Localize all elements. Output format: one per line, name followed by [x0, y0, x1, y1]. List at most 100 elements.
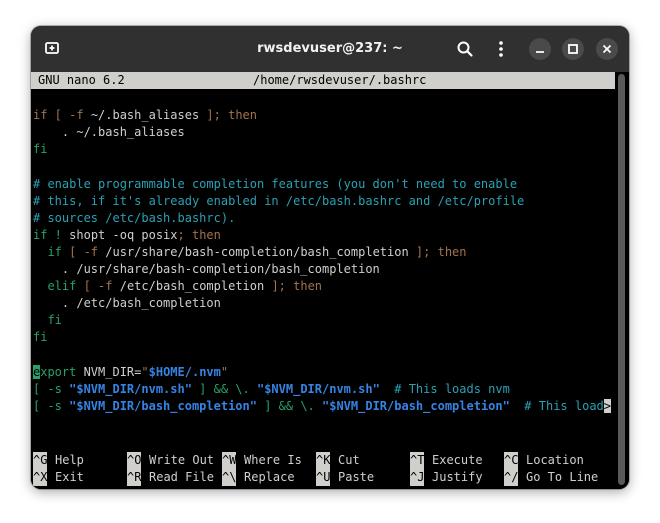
kebab-menu-icon[interactable] — [491, 39, 511, 59]
code-token: ]; — [264, 279, 294, 293]
code-token: "$NVM_DIR/bash_completion" — [322, 399, 510, 413]
shortcut-key: ^X — [33, 469, 48, 486]
code-token: "$NVM_DIR/nvm.sh" — [69, 382, 192, 396]
shortcut-label: Replace — [244, 470, 295, 484]
shortcut-label: Justify — [432, 470, 483, 484]
code-token: . ~/.bash_aliases — [33, 125, 185, 139]
nano-header: GNU nano 6.2 /home/rwsdevuser/.bashrc — [31, 72, 615, 89]
shortcut-key: ^K — [316, 452, 331, 469]
code-token: then — [293, 279, 323, 293]
code-token: /usr/share/bash-completion/bash_completi… — [105, 245, 409, 259]
editor-line: # enable programmable completion feature… — [33, 176, 517, 193]
code-token: then — [191, 228, 221, 242]
code-token: if — [33, 108, 48, 122]
code-token: xport — [40, 365, 77, 379]
nano-file-path: /home/rwsdevuser/.bashrc — [253, 73, 427, 87]
shortcut-key: ^U — [316, 469, 331, 486]
code-token: if — [33, 245, 62, 259]
editor-line: [ -s "$NVM_DIR/bash_completion" ] && \. … — [33, 398, 611, 415]
close-button[interactable] — [596, 38, 618, 60]
maximize-button[interactable] — [562, 38, 584, 60]
shortcut-label: Cut — [338, 453, 360, 467]
terminal-window: rwsdevuser@237: ~ GNU nano 6.2 /home/rws… — [31, 26, 629, 489]
editor-line: if [ -f ~/.bash_aliases ]; then — [33, 107, 257, 124]
code-token: shopt -oq posix — [69, 228, 178, 242]
search-icon[interactable] — [455, 39, 475, 59]
nano-version: GNU nano 6.2 — [38, 73, 125, 87]
code-token: ] && \. — [256, 399, 322, 413]
shortcut-key: ^O — [127, 452, 142, 469]
close-icon — [602, 44, 612, 54]
editor-line: fi — [33, 141, 47, 158]
shortcut-label: Help — [55, 453, 84, 467]
code-token: ]; — [408, 245, 438, 259]
shortcut-key: ^T — [410, 452, 425, 469]
editor-line: elif [ -f /etc/bash_completion ]; then — [33, 278, 322, 295]
code-comment: # enable programmable completion feature… — [33, 177, 518, 191]
code-comment: # sources /etc/bash.bashrc). — [33, 211, 236, 225]
shortcut-label: Exit — [55, 470, 84, 484]
code-comment: # This loads nvm — [379, 382, 510, 396]
code-token: [ -f — [76, 279, 120, 293]
shortcut-key: ^W — [222, 452, 237, 469]
editor-line: . /usr/share/bash-completion/bash_comple… — [33, 261, 380, 278]
minimize-button[interactable] — [529, 38, 551, 60]
code-token: ; — [177, 228, 192, 242]
shortcut-label: Where Is — [244, 453, 302, 467]
code-token: NVM_DIR= — [76, 365, 142, 379]
shortcut-key: ^J — [410, 469, 425, 486]
shortcut-key: ^R — [127, 469, 142, 486]
title-bar[interactable]: rwsdevuser@237: ~ — [31, 26, 629, 72]
code-token: fi — [33, 330, 48, 344]
shortcut-label: Paste — [338, 470, 375, 484]
line-overflow-marker: > — [603, 399, 611, 413]
code-token: then — [437, 245, 467, 259]
code-token: . /etc/bash_completion — [33, 296, 221, 310]
editor-line: fi — [33, 312, 62, 329]
editor-line: [ -s "$NVM_DIR/nvm.sh" ] && \. "$NVM_DIR… — [33, 381, 510, 398]
scrollbar[interactable] — [618, 74, 625, 485]
code-comment: # This load — [509, 399, 604, 413]
code-token: /etc/bash_completion — [119, 279, 265, 293]
code-token: ]; — [199, 108, 229, 122]
editor-line: if [ -f /usr/share/bash-completion/bash_… — [33, 244, 467, 261]
shortcut-label: Write Out — [149, 453, 215, 467]
code-token: if — [33, 228, 48, 242]
shortcut-label: Execute — [432, 453, 483, 467]
code-token: [ -s — [33, 399, 70, 413]
code-token: "$NVM_DIR/bash_completion" — [69, 399, 257, 413]
terminal-view[interactable]: GNU nano 6.2 /home/rwsdevuser/.bashrc if… — [31, 72, 629, 489]
code-token: "$NVM_DIR/nvm.sh" — [256, 382, 380, 396]
code-token: " — [141, 365, 149, 379]
code-comment: # this, if it's already enabled in /etc/… — [33, 194, 525, 208]
editor-line: # this, if it's already enabled in /etc/… — [33, 193, 524, 210]
code-token: " — [220, 365, 229, 379]
maximize-icon — [568, 44, 578, 54]
code-token: [ -s — [33, 382, 70, 396]
shortcut-key: ^G — [33, 452, 48, 469]
shortcut-key: ^C — [504, 452, 519, 469]
editor-line: fi — [33, 329, 47, 346]
editor-line: . ~/.bash_aliases — [33, 124, 185, 141]
shortcut-label: Location — [526, 453, 584, 467]
code-token: ] && \. — [191, 382, 257, 396]
code-token: ! — [47, 228, 70, 242]
editor-line: . /etc/bash_completion — [33, 295, 221, 312]
code-token: fi — [33, 313, 62, 327]
code-token: [ -f — [61, 245, 106, 259]
code-token: $HOME/.nvm — [148, 365, 221, 379]
code-token: [ -f — [47, 108, 91, 122]
code-token: ~/.bash_aliases — [90, 108, 200, 122]
editor-line: if ! shopt -oq posix; then — [33, 227, 221, 244]
shortcut-key: ^/ — [504, 469, 519, 486]
shortcut-label: Read File — [149, 470, 215, 484]
code-token: elif — [33, 279, 77, 293]
shortcut-label: Go To Line — [526, 470, 599, 484]
editor-line: export NVM_DIR="$HOME/.nvm" — [33, 364, 228, 381]
shortcut-key: ^\ — [222, 469, 237, 486]
code-token: . /usr/share/bash-completion/bash_comple… — [33, 262, 380, 276]
code-token: then — [228, 108, 257, 122]
code-token: fi — [33, 142, 48, 156]
minimize-icon — [536, 51, 544, 53]
editor-line: # sources /etc/bash.bashrc). — [33, 210, 235, 227]
